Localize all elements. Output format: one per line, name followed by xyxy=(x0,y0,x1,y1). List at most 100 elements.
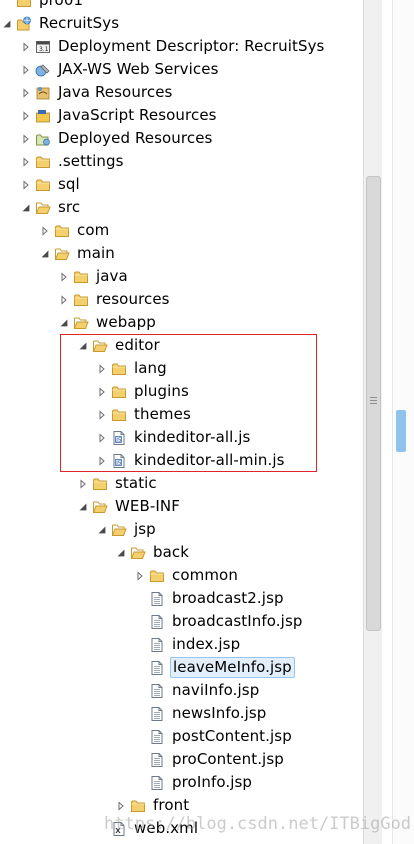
tree-item-label: naviInfo.jsp xyxy=(172,681,260,699)
tree-item[interactable]: jsp xyxy=(0,518,414,541)
svg-text:3.1: 3.1 xyxy=(39,46,49,53)
tree-item-label: JavaScript Resources xyxy=(58,106,217,124)
tree-item[interactable]: postContent.jsp xyxy=(0,725,414,748)
expand-arrow-icon[interactable] xyxy=(59,294,69,305)
folder-open-icon xyxy=(35,200,51,216)
java-resources-icon xyxy=(35,85,51,101)
tree-item[interactable]: java xyxy=(0,265,414,288)
jsp-file-icon xyxy=(149,775,165,791)
tree-item[interactable]: front xyxy=(0,794,414,817)
tree-item[interactable]: common xyxy=(0,564,414,587)
tree-item[interactable]: Deployed Resources xyxy=(0,127,383,150)
tree-item[interactable]: themes xyxy=(0,403,414,426)
expand-arrow-icon[interactable] xyxy=(97,455,107,466)
tree-item[interactable]: main xyxy=(0,242,402,265)
tree-item-label: broadcastInfo.jsp xyxy=(172,612,303,630)
expand-arrow-icon[interactable] xyxy=(59,271,69,282)
expand-arrow-icon[interactable] xyxy=(116,800,126,811)
tree-item[interactable]: broadcastInfo.jsp xyxy=(0,610,414,633)
folder-icon xyxy=(16,0,32,9)
tree-item[interactable]: lang xyxy=(0,357,414,380)
jsp-file-icon xyxy=(149,637,165,653)
tree-item-label: .settings xyxy=(58,152,124,170)
tree-item-label: editor xyxy=(115,336,160,354)
tree-item[interactable]: JS kindeditor-all-min.js xyxy=(0,449,414,472)
folder-icon xyxy=(111,407,127,423)
expand-arrow-icon[interactable] xyxy=(21,41,31,52)
tree-item[interactable]: RecruitSys xyxy=(0,12,364,35)
tree-item[interactable]: JAX-WS Web Services xyxy=(0,58,383,81)
jsp-file-icon xyxy=(149,591,165,607)
tree-item[interactable]: sql xyxy=(0,173,383,196)
tree-item[interactable]: editor xyxy=(0,334,414,357)
tree-vertical-scrollbar[interactable] xyxy=(363,0,382,844)
page-scrollbar-thumb[interactable] xyxy=(396,410,406,452)
tree-item[interactable]: broadcast2.jsp xyxy=(0,587,414,610)
tree-item-label: kindeditor-all.js xyxy=(134,428,251,446)
expand-arrow-icon[interactable] xyxy=(21,110,31,121)
expand-arrow-icon[interactable] xyxy=(97,409,107,420)
jsp-file-icon xyxy=(149,683,165,699)
tree-item[interactable]: JS kindeditor-all.js xyxy=(0,426,414,449)
tree-item[interactable]: back xyxy=(0,541,414,564)
tree-item[interactable]: proInfo.jsp xyxy=(0,771,414,794)
tree-item[interactable]: com xyxy=(0,219,402,242)
tree-item-label: front xyxy=(153,796,190,814)
deployed-resources-icon xyxy=(35,131,51,147)
svg-text:X: X xyxy=(115,827,121,835)
tree-item[interactable]: Xweb.xml xyxy=(0,817,414,840)
tree-item[interactable]: naviInfo.jsp xyxy=(0,679,414,702)
tree-item[interactable]: index.jsp xyxy=(0,633,414,656)
collapse-arrow-icon[interactable] xyxy=(97,525,107,535)
expand-arrow-icon[interactable] xyxy=(97,386,107,397)
page-vertical-scrollbar[interactable] xyxy=(392,0,414,844)
tree-item[interactable]: src xyxy=(0,196,383,219)
expand-arrow-icon[interactable] xyxy=(78,478,88,489)
tree-item[interactable]: static xyxy=(0,472,414,495)
tree-item[interactable]: newsInfo.jsp xyxy=(0,702,414,725)
tree-item[interactable]: plugins xyxy=(0,380,414,403)
folder-open-icon xyxy=(92,338,108,354)
folder-icon xyxy=(73,269,89,285)
tree-item[interactable]: Java Resources xyxy=(0,81,383,104)
xml-file-icon: X xyxy=(111,821,127,837)
collapse-arrow-icon[interactable] xyxy=(78,502,88,512)
expand-arrow-icon[interactable] xyxy=(21,156,31,167)
tree-item[interactable]: .settings xyxy=(0,150,383,173)
expand-arrow-icon[interactable] xyxy=(21,87,31,98)
tree-item[interactable]: webapp xyxy=(0,311,414,334)
expand-arrow-icon[interactable] xyxy=(21,133,31,144)
tree-scrollbar-thumb[interactable] xyxy=(366,176,381,631)
tree-item[interactable]: resources xyxy=(0,288,414,311)
svg-text:JS: JS xyxy=(115,437,122,443)
tree-item-label: back xyxy=(153,543,190,561)
js-file-icon: JS xyxy=(111,430,127,446)
expand-arrow-icon[interactable] xyxy=(21,179,31,190)
tree-item[interactable]: leaveMeInfo.jsp xyxy=(0,656,414,679)
expand-arrow-icon[interactable] xyxy=(97,432,107,443)
tree-item-label: java xyxy=(96,267,128,285)
tree-item[interactable]: pro01 xyxy=(0,0,364,12)
expand-arrow-icon[interactable] xyxy=(97,363,107,374)
js-file-icon: JS xyxy=(111,453,127,469)
tree-item-label: proInfo.jsp xyxy=(172,773,253,791)
expand-arrow-icon[interactable] xyxy=(135,570,145,581)
collapse-arrow-icon[interactable] xyxy=(2,19,12,29)
collapse-arrow-icon[interactable] xyxy=(59,318,69,328)
tree-item[interactable]: proContent.jsp xyxy=(0,748,414,771)
collapse-arrow-icon[interactable] xyxy=(40,249,50,259)
expand-arrow-icon[interactable] xyxy=(21,64,31,75)
tree-item-label: web.xml xyxy=(134,819,199,837)
tree-item-label: plugins xyxy=(134,382,189,400)
collapse-arrow-icon[interactable] xyxy=(78,341,88,351)
tree-item[interactable]: 3.1 Deployment Descriptor: RecruitSys xyxy=(0,35,383,58)
collapse-arrow-icon[interactable] xyxy=(116,548,126,558)
tree-item[interactable]: WEB-INF xyxy=(0,495,414,518)
expand-arrow-icon[interactable] xyxy=(40,225,50,236)
collapse-arrow-icon[interactable] xyxy=(21,203,31,213)
folder-icon xyxy=(54,223,70,239)
tree-item-label: webapp xyxy=(96,313,156,331)
tree-item[interactable]: JavaScript Resources xyxy=(0,104,383,127)
